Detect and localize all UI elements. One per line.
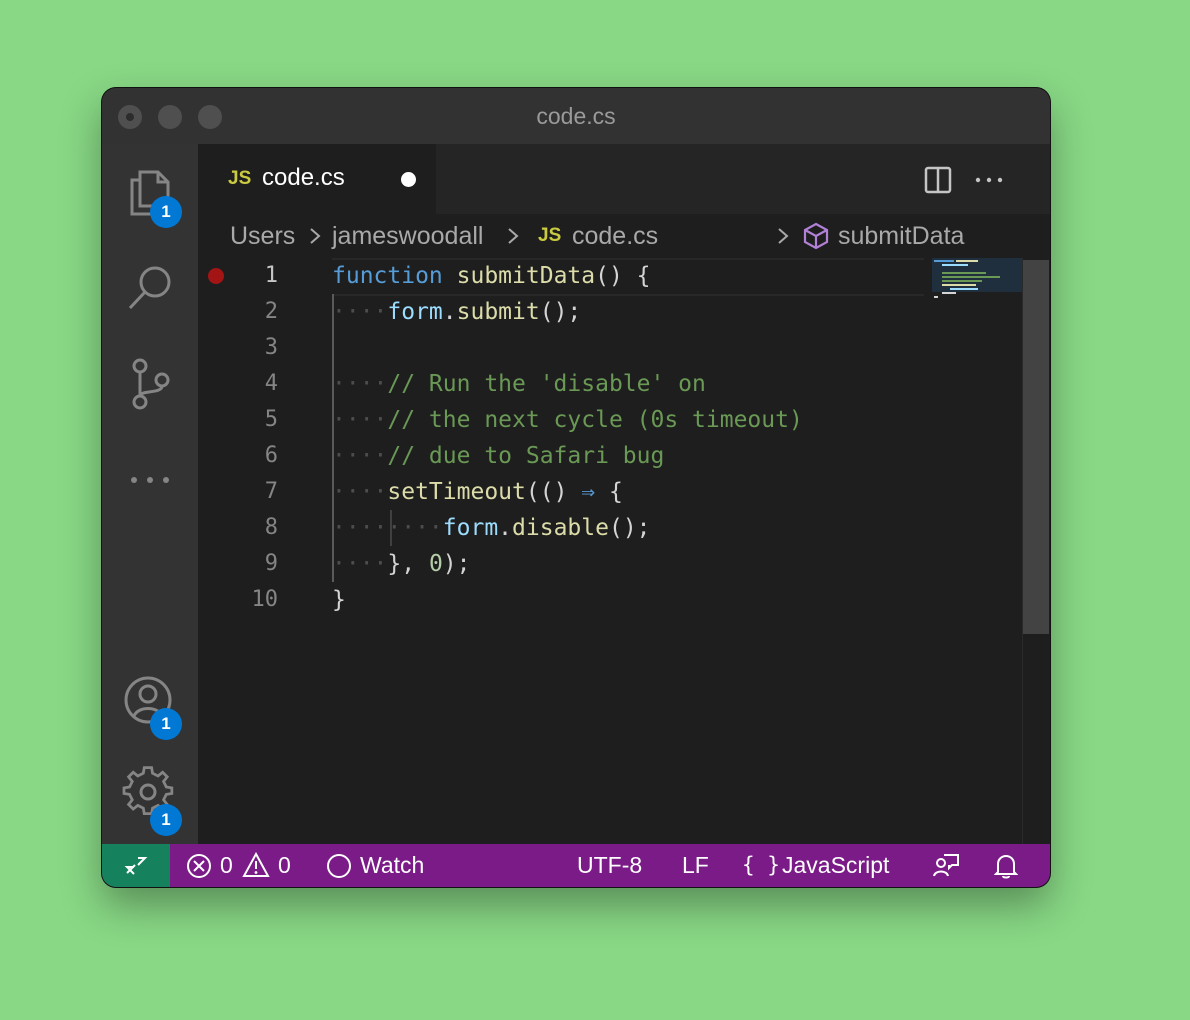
line-number: 3 [264,335,278,360]
watch-label: Watch [360,852,425,878]
chevron-right-icon [778,228,789,244]
line-number: 10 [251,587,279,612]
remote-indicator[interactable] [102,844,170,887]
feedback-icon[interactable] [932,853,960,879]
code-line[interactable]: ····form.submit(); [332,294,581,330]
manage-button[interactable]: 1 [122,766,182,836]
status-bar: 0 0 Watch UTF-8 LF { } JavaScript [102,844,1050,887]
breadcrumb-item-folder[interactable]: jameswoodall [332,214,483,258]
chevron-right-icon [508,228,519,244]
warning-icon [242,852,270,877]
editor-gutter[interactable]: 1 2 3 4 5 6 7 8 9 10 [198,258,332,844]
watch-button[interactable]: Watch [326,844,436,887]
more-actions-icon[interactable] [974,165,1006,195]
minimap[interactable] [932,258,1022,844]
javascript-icon: JS [538,225,562,246]
code-line[interactable]: ····// Run the 'disable' on [332,366,706,402]
line-number: 7 [264,479,278,504]
code-line[interactable]: } [332,582,346,618]
search-icon [128,266,171,310]
circle-outline-icon [327,854,351,878]
bell-icon[interactable] [994,852,1018,880]
window-title: code.cs [536,103,616,129]
warning-count: 0 [278,852,291,878]
chevron-right-icon [310,228,321,244]
accounts-badge: 1 [150,708,182,740]
close-window-button[interactable] [118,105,142,129]
source-control-button[interactable] [122,356,178,412]
remote-icon [124,857,148,875]
code-line[interactable]: ········form.disable(); [332,510,651,546]
code-editor[interactable]: function submitData() {····form.submit()… [332,258,924,844]
unsaved-changes-dot-icon[interactable] [401,172,416,187]
language-label: JavaScript [782,852,890,878]
code-line[interactable]: ····// due to Safari bug [332,438,664,474]
explorer-badge: 1 [150,196,182,228]
code-line[interactable]: ····setTimeout(() ⇒ { [332,474,623,510]
breadcrumb-item-users[interactable]: Users [230,214,295,258]
scrollbar-thumb[interactable] [1023,260,1049,634]
tab-bar: JS code.cs [198,144,1050,214]
breakpoint-icon[interactable] [208,268,224,284]
activity-bar: 1 1 1 [102,144,198,844]
breadcrumb-item-file[interactable]: code.cs [572,214,658,258]
more-views-button[interactable] [122,452,178,508]
zoom-window-button[interactable] [198,105,222,129]
minimize-window-button[interactable] [158,105,182,129]
editor-window: code.cs 1 1 1 JS code.cs Users jameswood… [102,88,1050,887]
search-button[interactable] [122,260,178,316]
split-editor-icon[interactable] [924,165,954,195]
tab-label: code.cs [262,164,345,191]
method-cube-icon [803,222,829,250]
title-bar: code.cs [102,88,1050,144]
line-number: 5 [264,407,278,432]
breadcrumb: Users jameswoodall JS code.cs submitData [198,214,1050,258]
encoding-indicator[interactable]: UTF-8 [577,844,642,887]
line-number: 9 [264,551,278,576]
error-count: 0 [220,852,233,878]
settings-badge: 1 [150,804,182,836]
line-number: 8 [264,515,278,540]
explorer-button[interactable]: 1 [122,164,182,228]
tab-code-cs[interactable]: JS code.cs [198,144,436,214]
editor-actions [924,165,1024,195]
braces-icon: { } [742,853,780,877]
code-line[interactable]: ····// the next cycle (0s timeout) [332,402,803,438]
line-number: 4 [264,371,278,396]
language-mode-indicator[interactable]: { } JavaScript [742,844,902,887]
line-number: 6 [264,443,278,468]
code-line[interactable]: function submitData() { [332,258,651,294]
line-ending-indicator[interactable]: LF [682,844,709,887]
error-icon [187,854,211,878]
line-number: 2 [264,299,278,324]
more-icon [131,477,169,483]
code-line[interactable]: ····}, 0); [332,546,471,582]
javascript-icon: JS [228,168,252,189]
source-control-icon [132,358,170,410]
breadcrumb-item-symbol[interactable]: submitData [838,214,964,258]
accounts-button[interactable]: 1 [122,672,182,740]
